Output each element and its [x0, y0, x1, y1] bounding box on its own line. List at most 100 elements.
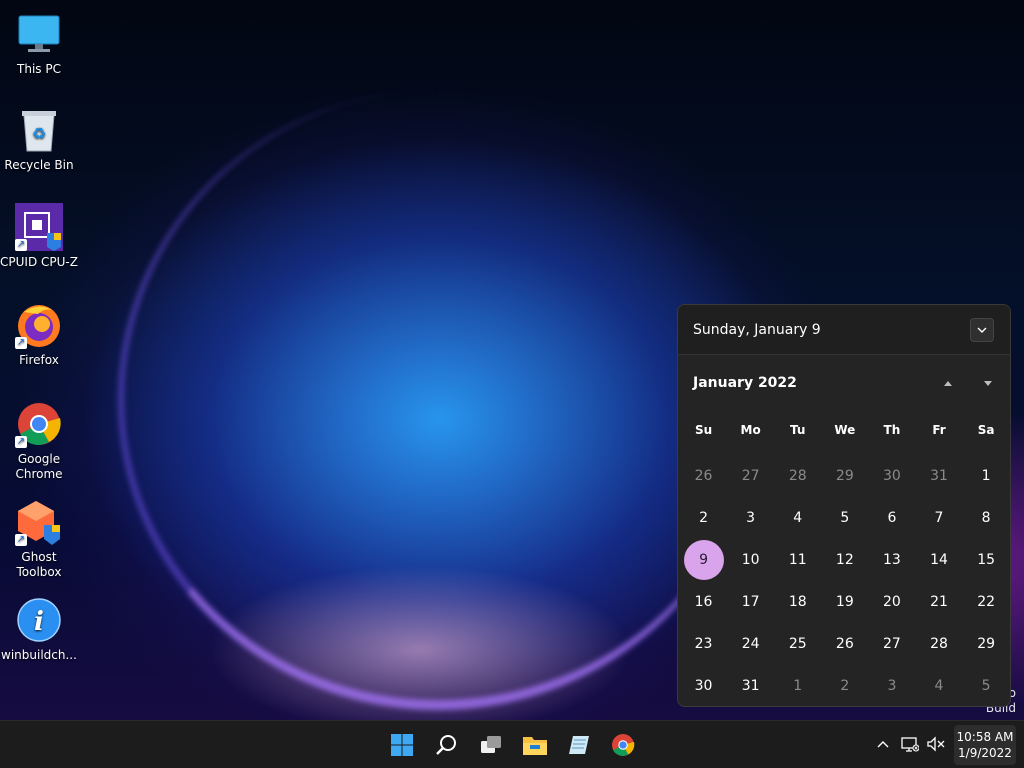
calendar-day[interactable]: 26 [821, 623, 868, 665]
desktop-icon-google-chrome[interactable]: ↗ Google Chrome [0, 400, 78, 482]
calendar-day[interactable]: 29 [821, 455, 868, 497]
triangle-down-icon [984, 380, 992, 386]
calendar-day[interactable]: 22 [963, 581, 1010, 623]
month-label[interactable]: January 2022 [693, 375, 797, 391]
desktop-icon-firefox[interactable]: ↗ Firefox [0, 301, 78, 368]
notepad-button[interactable] [563, 729, 595, 761]
task-view-button[interactable] [475, 729, 507, 761]
calendar-day[interactable]: 27 [727, 455, 774, 497]
calendar-day[interactable]: 13 [868, 539, 915, 581]
ghost-toolbox-icon: ↗ [15, 498, 63, 546]
search-button[interactable] [431, 729, 463, 761]
calendar-day[interactable]: 3 [727, 497, 774, 539]
svg-text:i: i [34, 607, 44, 637]
firefox-icon: ↗ [15, 301, 63, 349]
calendar-day[interactable]: 7 [915, 497, 962, 539]
calendar-day[interactable]: 15 [963, 539, 1010, 581]
calendar-day[interactable]: 5 [963, 665, 1010, 706]
cpu-z-icon: ↗ [15, 203, 63, 251]
network-icon [901, 737, 919, 752]
svg-text:♻: ♻ [32, 124, 46, 143]
calendar-day-today[interactable]: 9 [680, 539, 727, 581]
desktop-icon-label: Recycle Bin [4, 158, 74, 172]
shortcut-arrow-icon: ↗ [15, 534, 27, 546]
desktop-icon-label: Ghost Toolbox [16, 550, 62, 579]
calendar-day[interactable]: 5 [821, 497, 868, 539]
calendar-day[interactable]: 8 [963, 497, 1010, 539]
desktop-icon-this-pc[interactable]: This PC [0, 10, 78, 77]
chrome-icon [612, 734, 635, 756]
taskbar-clock[interactable]: 10:58 AM 1/9/2022 [954, 725, 1016, 765]
calendar-day[interactable]: 3 [868, 665, 915, 706]
calendar-day[interactable]: 4 [915, 665, 962, 706]
volume-muted-icon [927, 736, 945, 752]
weekday-label: We [834, 423, 856, 437]
calendar-day[interactable]: 25 [774, 623, 821, 665]
recycle-bin-icon: ♻ [15, 106, 63, 154]
calendar-day[interactable]: 19 [821, 581, 868, 623]
notepad-icon [569, 736, 589, 754]
calendar-day[interactable]: 4 [774, 497, 821, 539]
desktop-icon-winbuildchecker[interactable]: i winbuildch... [0, 596, 78, 663]
chevron-up-icon [877, 741, 889, 748]
weekday-label: Sa [977, 423, 995, 437]
start-icon [391, 734, 413, 756]
calendar-day[interactable]: 1 [963, 455, 1010, 497]
next-month-button[interactable] [978, 375, 998, 391]
calendar-day[interactable]: 26 [680, 455, 727, 497]
collapse-calendar-button[interactable] [970, 318, 994, 342]
volume-button[interactable] [925, 733, 947, 755]
clock-time: 10:58 AM [956, 730, 1014, 744]
chevron-down-icon [977, 327, 987, 333]
network-button[interactable] [899, 733, 921, 755]
calendar-header-date: Sunday, January 9 [693, 321, 821, 338]
calendar-day[interactable]: 23 [680, 623, 727, 665]
calendar-day-grid: 26 27 28 29 30 31 1 2 3 4 5 6 7 8 9 10 1… [680, 455, 1010, 706]
shortcut-arrow-icon: ↗ [15, 337, 27, 349]
calendar-day[interactable]: 12 [821, 539, 868, 581]
wallpaper-bloom [118, 90, 758, 710]
monitor-icon [15, 10, 63, 58]
task-view-icon [481, 736, 501, 753]
search-icon [436, 735, 456, 755]
calendar-day[interactable]: 30 [868, 455, 915, 497]
calendar-day[interactable]: 14 [915, 539, 962, 581]
calendar-day[interactable]: 31 [727, 665, 774, 706]
calendar-day[interactable]: 10 [727, 539, 774, 581]
calendar-day[interactable]: 11 [774, 539, 821, 581]
calendar-header: Sunday, January 9 [678, 305, 1010, 355]
weekday-label: Su [694, 423, 713, 437]
weekday-label: Mo [740, 423, 761, 437]
file-explorer-button[interactable] [519, 729, 551, 761]
calendar-day[interactable]: 31 [915, 455, 962, 497]
calendar-day[interactable]: 21 [915, 581, 962, 623]
previous-month-button[interactable] [938, 375, 958, 391]
weekday-header-row: Su Mo Tu We Th Fr Sa [680, 423, 1010, 437]
desktop-icon-cpu-z[interactable]: ↗ CPUID CPU-Z [0, 203, 78, 270]
desktop-icon-ghost-toolbox[interactable]: ↗ Ghost Toolbox [0, 498, 78, 580]
calendar-day[interactable]: 28 [774, 455, 821, 497]
desktop-icon-recycle-bin[interactable]: ♻ Recycle Bin [0, 106, 78, 173]
desktop-icon-label: winbuildch... [1, 648, 77, 662]
weekday-label: Tu [790, 423, 806, 437]
calendar-day[interactable]: 1 [774, 665, 821, 706]
calendar-day[interactable]: 29 [963, 623, 1010, 665]
shortcut-arrow-icon: ↗ [15, 239, 27, 251]
calendar-day[interactable]: 16 [680, 581, 727, 623]
calendar-day[interactable]: 30 [680, 665, 727, 706]
calendar-day[interactable]: 2 [680, 497, 727, 539]
desktop-icon-label: Firefox [19, 353, 59, 367]
shortcut-arrow-icon: ↗ [15, 436, 27, 448]
calendar-day[interactable]: 18 [774, 581, 821, 623]
calendar-day[interactable]: 24 [727, 623, 774, 665]
start-button[interactable] [386, 729, 418, 761]
calendar-day[interactable]: 6 [868, 497, 915, 539]
calendar-day[interactable]: 2 [821, 665, 868, 706]
calendar-day[interactable]: 17 [727, 581, 774, 623]
show-hidden-icons-button[interactable] [872, 733, 894, 755]
calendar-day[interactable]: 27 [868, 623, 915, 665]
chrome-taskbar-button[interactable] [607, 729, 639, 761]
weekday-label: Fr [932, 423, 946, 437]
calendar-day[interactable]: 28 [915, 623, 962, 665]
calendar-day[interactable]: 20 [868, 581, 915, 623]
